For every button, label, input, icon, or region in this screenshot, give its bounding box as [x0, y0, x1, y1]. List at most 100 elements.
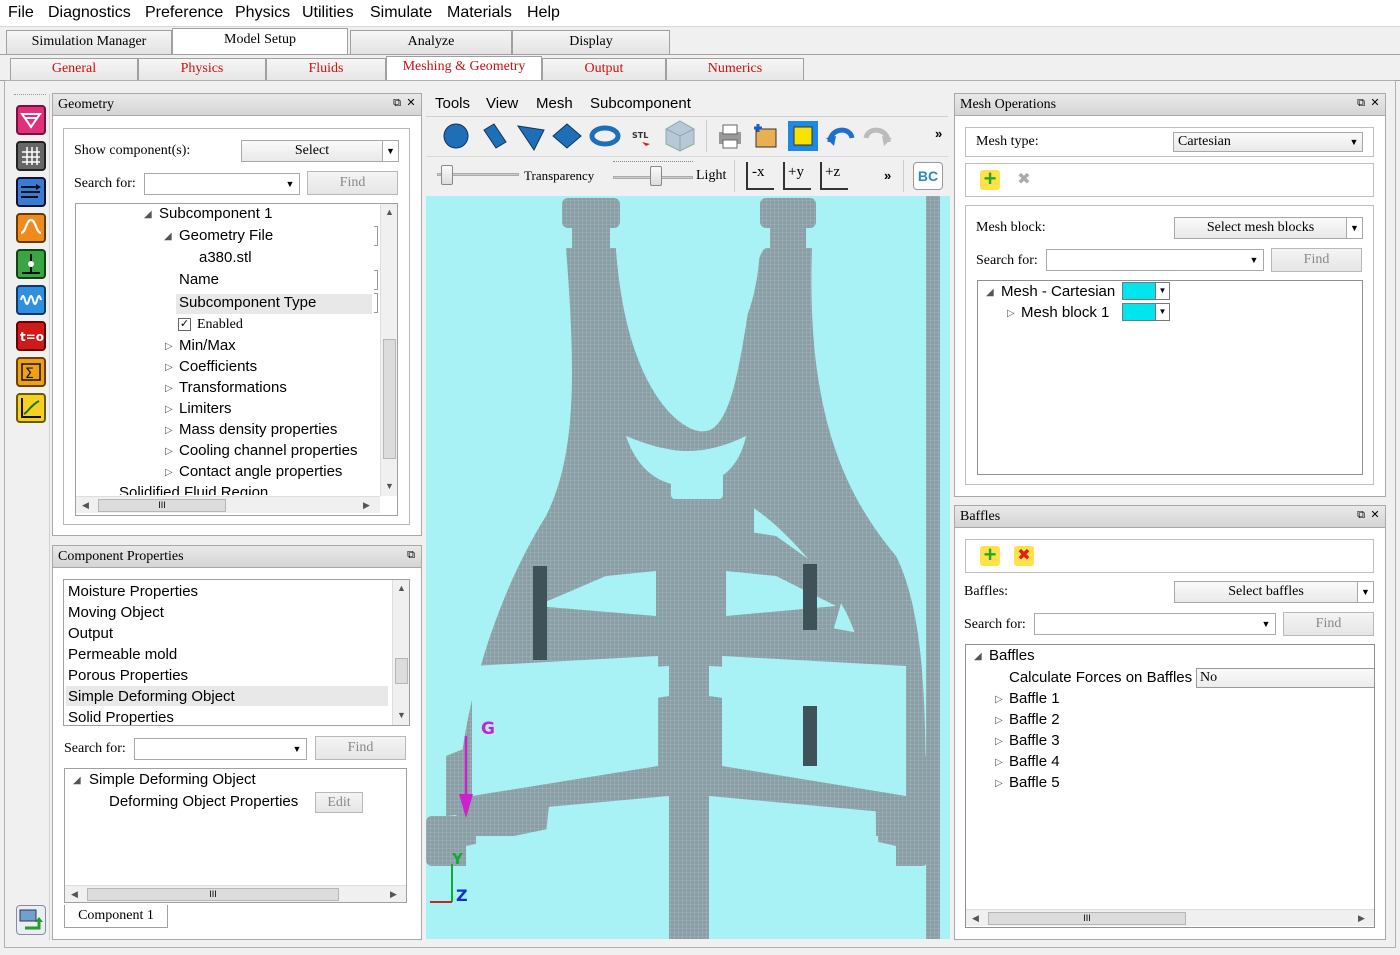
tree-file-name[interactable]: a380.stl — [199, 249, 252, 266]
print-icon[interactable] — [714, 120, 746, 152]
tree-subcomponent-1[interactable]: Subcomponent 1 — [159, 205, 272, 222]
tab-simulation-manager[interactable]: Simulation Manager — [6, 30, 172, 54]
tree-subcomponent-type[interactable]: Subcomponent Type — [179, 294, 316, 311]
mesh-type-select[interactable]: Cartesian ▼ — [1173, 132, 1363, 152]
tree-simple-deforming-object[interactable]: Simple Deforming Object — [89, 771, 256, 788]
menu-utilities[interactable]: Utilities — [302, 4, 354, 22]
tab-component-1[interactable]: Component 1 — [64, 905, 168, 928]
subtab-meshing-geometry[interactable]: Meshing & Geometry — [386, 56, 542, 80]
tree-item-cooling-channel[interactable]: Cooling channel properties — [179, 442, 357, 459]
scroll-thumb[interactable] — [395, 658, 408, 684]
boundary-conditions-button[interactable]: BC — [913, 162, 943, 190]
geometry-hscroll[interactable]: ◀ III ▶ — [76, 496, 380, 513]
baffles-find-button[interactable]: Find — [1283, 612, 1374, 636]
baffles-hscroll[interactable]: ◀ III ▶ — [966, 909, 1374, 926]
list-item[interactable]: Moisture Properties — [68, 583, 198, 600]
tree-item-coefficients[interactable]: Coefficients — [179, 358, 257, 375]
torus-primitive-icon[interactable] — [588, 120, 622, 152]
enabled-checkbox[interactable]: ✓ — [178, 318, 191, 331]
properties-tree-hscroll[interactable]: ◀ III ▶ — [65, 885, 406, 902]
properties-search-input[interactable]: ▼ — [134, 738, 307, 760]
float-panel-icon[interactable]: ⧉ — [1355, 509, 1367, 521]
viewport-menu-mesh[interactable]: Mesh — [536, 95, 573, 112]
probe-icon[interactable] — [16, 249, 46, 279]
float-panel-icon[interactable]: ⧉ — [1355, 97, 1367, 109]
subtab-fluids[interactable]: Fluids — [266, 58, 386, 80]
tab-model-setup[interactable]: Model Setup — [172, 28, 348, 54]
viewport-menu-tools[interactable]: Tools — [435, 95, 470, 112]
delete-icon[interactable]: ✖ — [1014, 170, 1034, 190]
list-item[interactable]: Output — [68, 625, 113, 642]
tree-item-contact-angle[interactable]: Contact angle properties — [179, 463, 342, 480]
3d-viewport[interactable]: G Y Z — [426, 196, 950, 939]
tree-item-limiters[interactable]: Limiters — [179, 400, 232, 417]
spring-icon[interactable] — [16, 285, 46, 315]
calculate-forces-select[interactable]: No — [1196, 668, 1374, 688]
baffles-select[interactable]: Select baffles ▼ — [1174, 581, 1374, 603]
close-icon[interactable]: ✕ — [405, 97, 417, 109]
subtab-general[interactable]: General — [10, 58, 138, 80]
mesh-block-color-swatch[interactable]: ▼ — [1122, 303, 1170, 321]
list-item[interactable]: Permeable mold — [68, 646, 177, 663]
properties-find-button[interactable]: Find — [315, 736, 406, 760]
geometry-find-button[interactable]: Find — [307, 171, 398, 195]
close-icon[interactable]: ✕ — [1369, 509, 1381, 521]
geometry-vscroll[interactable]: ▲ ▼ — [380, 204, 397, 496]
scroll-thumb[interactable]: III — [87, 888, 339, 901]
tree-baffle-3[interactable]: Baffle 3 — [1009, 732, 1060, 749]
toolbar-overflow-icon[interactable]: » — [935, 126, 942, 141]
close-icon[interactable]: ✕ — [1369, 97, 1381, 109]
summation-icon[interactable]: Σ — [16, 357, 46, 387]
graph-icon[interactable] — [16, 393, 46, 423]
delete-icon[interactable]: ✖ — [1014, 546, 1034, 566]
menu-preference[interactable]: Preference — [145, 4, 223, 22]
flow-lines-icon[interactable] — [16, 177, 46, 207]
tree-baffle-5[interactable]: Baffle 5 — [1009, 774, 1060, 791]
box-primitive-icon[interactable] — [551, 120, 585, 152]
list-item-selected[interactable]: Simple Deforming Object — [68, 688, 235, 705]
view-plus-z-button[interactable]: +z — [820, 162, 848, 190]
raster-subcomponent-icon[interactable] — [662, 118, 698, 154]
geometry-search-input[interactable]: ▼ — [144, 173, 300, 195]
mesh-grid-icon[interactable] — [16, 141, 46, 171]
scroll-thumb[interactable]: III — [988, 912, 1186, 925]
view-plus-y-button[interactable]: +y — [783, 162, 811, 190]
float-panel-icon[interactable]: ⧉ — [391, 97, 403, 109]
tree-baffles-root[interactable]: Baffles — [989, 647, 1035, 664]
subtab-physics[interactable]: Physics — [138, 58, 266, 80]
toolbar-overflow-icon[interactable]: » — [884, 168, 891, 183]
wave-icon[interactable] — [16, 213, 46, 243]
tree-mesh-cartesian[interactable]: Mesh - Cartesian — [1001, 283, 1115, 300]
cone-primitive-icon[interactable] — [514, 120, 548, 152]
list-item[interactable]: Moving Object — [68, 604, 164, 621]
tree-name[interactable]: Name — [179, 271, 219, 288]
time-zero-icon[interactable]: t=o — [16, 321, 46, 351]
tab-display[interactable]: Display — [512, 30, 670, 54]
add-icon[interactable]: + — [980, 544, 1000, 566]
stl-import-icon[interactable]: STL — [628, 122, 656, 150]
cylinder-primitive-icon[interactable] — [478, 120, 512, 152]
show-component-select[interactable]: Select ▼ — [241, 140, 399, 162]
viewport-menu-subcomponent[interactable]: Subcomponent — [590, 95, 691, 112]
transparency-slider-handle[interactable] — [440, 165, 453, 185]
tree-baffle-2[interactable]: Baffle 2 — [1009, 711, 1060, 728]
scroll-thumb[interactable] — [383, 339, 396, 459]
tree-mesh-block-1[interactable]: Mesh block 1 — [1021, 304, 1109, 321]
mesh-block-select[interactable]: Select mesh blocks ▼ — [1174, 217, 1363, 239]
mesh-search-input[interactable]: ▼ — [1046, 249, 1264, 271]
scroll-thumb[interactable]: III — [98, 499, 226, 512]
mesh-find-button[interactable]: Find — [1271, 248, 1362, 272]
tree-geometry-file[interactable]: Geometry File — [179, 227, 273, 244]
menu-diagnostics[interactable]: Diagnostics — [48, 4, 131, 22]
contour-icon[interactable] — [16, 105, 46, 135]
redo-icon[interactable] — [860, 120, 894, 152]
add-icon[interactable]: + — [980, 168, 1000, 190]
menu-simulate[interactable]: Simulate — [370, 4, 432, 22]
tree-item-minmax[interactable]: Min/Max — [179, 337, 236, 354]
sphere-primitive-icon[interactable] — [440, 120, 474, 152]
mesh-bounds-icon[interactable] — [786, 119, 820, 153]
light-slider-handle[interactable] — [650, 166, 663, 186]
tree-baffle-4[interactable]: Baffle 4 — [1009, 753, 1060, 770]
menu-physics[interactable]: Physics — [235, 4, 290, 22]
float-panel-icon[interactable]: ⧉ — [405, 549, 417, 561]
